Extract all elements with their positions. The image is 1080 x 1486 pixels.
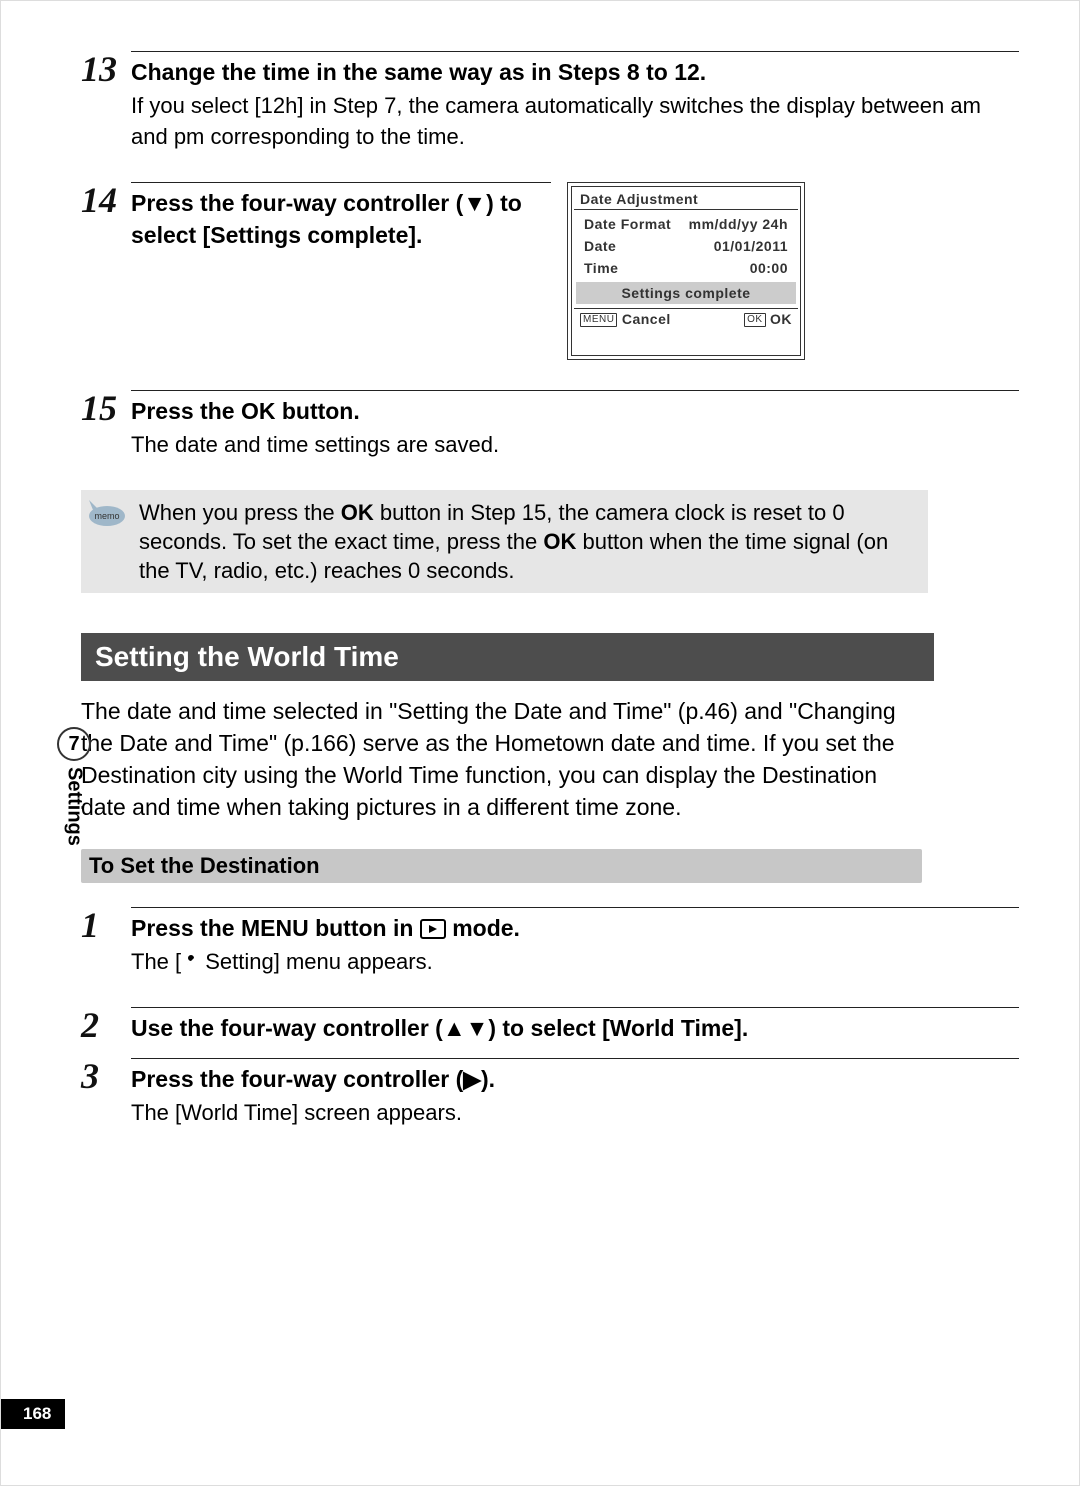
step-number: 3	[81, 1058, 131, 1094]
screen-row: Time 00:00	[576, 258, 796, 278]
step-number: 14	[81, 182, 131, 218]
playback-mode-icon	[420, 919, 446, 939]
section-paragraph: The date and time selected in "Setting t…	[81, 695, 906, 823]
screen-row-label: Time	[584, 260, 618, 276]
step-title: Press the OK button.	[131, 395, 1019, 427]
step-b3: 3 Press the four-way controller (▶). The…	[81, 1058, 1019, 1128]
footer-left-text: Cancel	[622, 311, 671, 327]
chapter-label: Settings	[63, 767, 86, 846]
chapter-tab: 7 Settings	[57, 727, 91, 846]
memo-callout: memo When you press the OK button in Ste…	[81, 490, 928, 593]
screen-row: Date 01/01/2011	[576, 236, 796, 256]
step-desc: If you select [12h] in Step 7, the camer…	[131, 90, 1019, 152]
screen-row-value: 01/01/2011	[714, 238, 788, 254]
screen-row: Date Format mm/dd/yy 24h	[576, 214, 796, 234]
footer-right-text: OK	[770, 311, 792, 327]
chapter-number: 7	[57, 727, 91, 761]
step-13: 13 Change the time in the same way as in…	[81, 51, 1019, 152]
step-number: 15	[81, 390, 131, 426]
step-b1: 1 Press the MENU button in mode. The [ S…	[81, 907, 1019, 977]
page-number: 168	[1, 1399, 65, 1429]
screen-header: Date Adjustment	[574, 189, 798, 210]
step-number: 1	[81, 907, 131, 943]
step-title: Press the four-way controller (▼) to sel…	[131, 187, 551, 251]
manual-page: 13 Change the time in the same way as in…	[0, 0, 1080, 1486]
ok-label-box: OK	[744, 313, 765, 327]
screen-row-value: 00:00	[750, 260, 788, 276]
memo-icon: memo	[81, 494, 131, 530]
screen-row-value: mm/dd/yy 24h	[689, 216, 788, 232]
wrench-icon	[181, 953, 199, 971]
memo-text: When you press the OK button in Step 15,…	[139, 498, 914, 585]
svg-text:memo: memo	[94, 511, 119, 521]
step-number: 2	[81, 1007, 131, 1043]
screen-footer: MENU Cancel OK OK	[574, 308, 798, 327]
step-b2: 2 Use the four-way controller (▲▼) to se…	[81, 1007, 1019, 1044]
menu-label-box: MENU	[580, 313, 617, 327]
step-14: 14 Press the four-way controller (▼) to …	[81, 182, 1019, 360]
step-15: 15 Press the OK button. The date and tim…	[81, 390, 1019, 460]
step-title: Use the four-way controller (▲▼) to sele…	[131, 1012, 1019, 1044]
step-title: Press the four-way controller (▶).	[131, 1063, 1019, 1095]
step-title: Change the time in the same way as in St…	[131, 56, 1019, 88]
step-number: 13	[81, 51, 131, 87]
screen-row-selected: Settings complete	[576, 282, 796, 304]
section-header: Setting the World Time	[81, 633, 934, 681]
screen-row-label: Date Format	[584, 216, 671, 232]
lcd-screen: Date Adjustment Date Format mm/dd/yy 24h…	[567, 182, 805, 360]
step-title: Press the MENU button in mode.	[131, 912, 1019, 944]
step-desc: The [ Setting] menu appears.	[131, 946, 1019, 977]
sub-header: To Set the Destination	[81, 849, 922, 883]
step-desc: The date and time settings are saved.	[131, 429, 1019, 460]
step-desc: The [World Time] screen appears.	[131, 1097, 1019, 1128]
screen-row-label: Date	[584, 238, 616, 254]
